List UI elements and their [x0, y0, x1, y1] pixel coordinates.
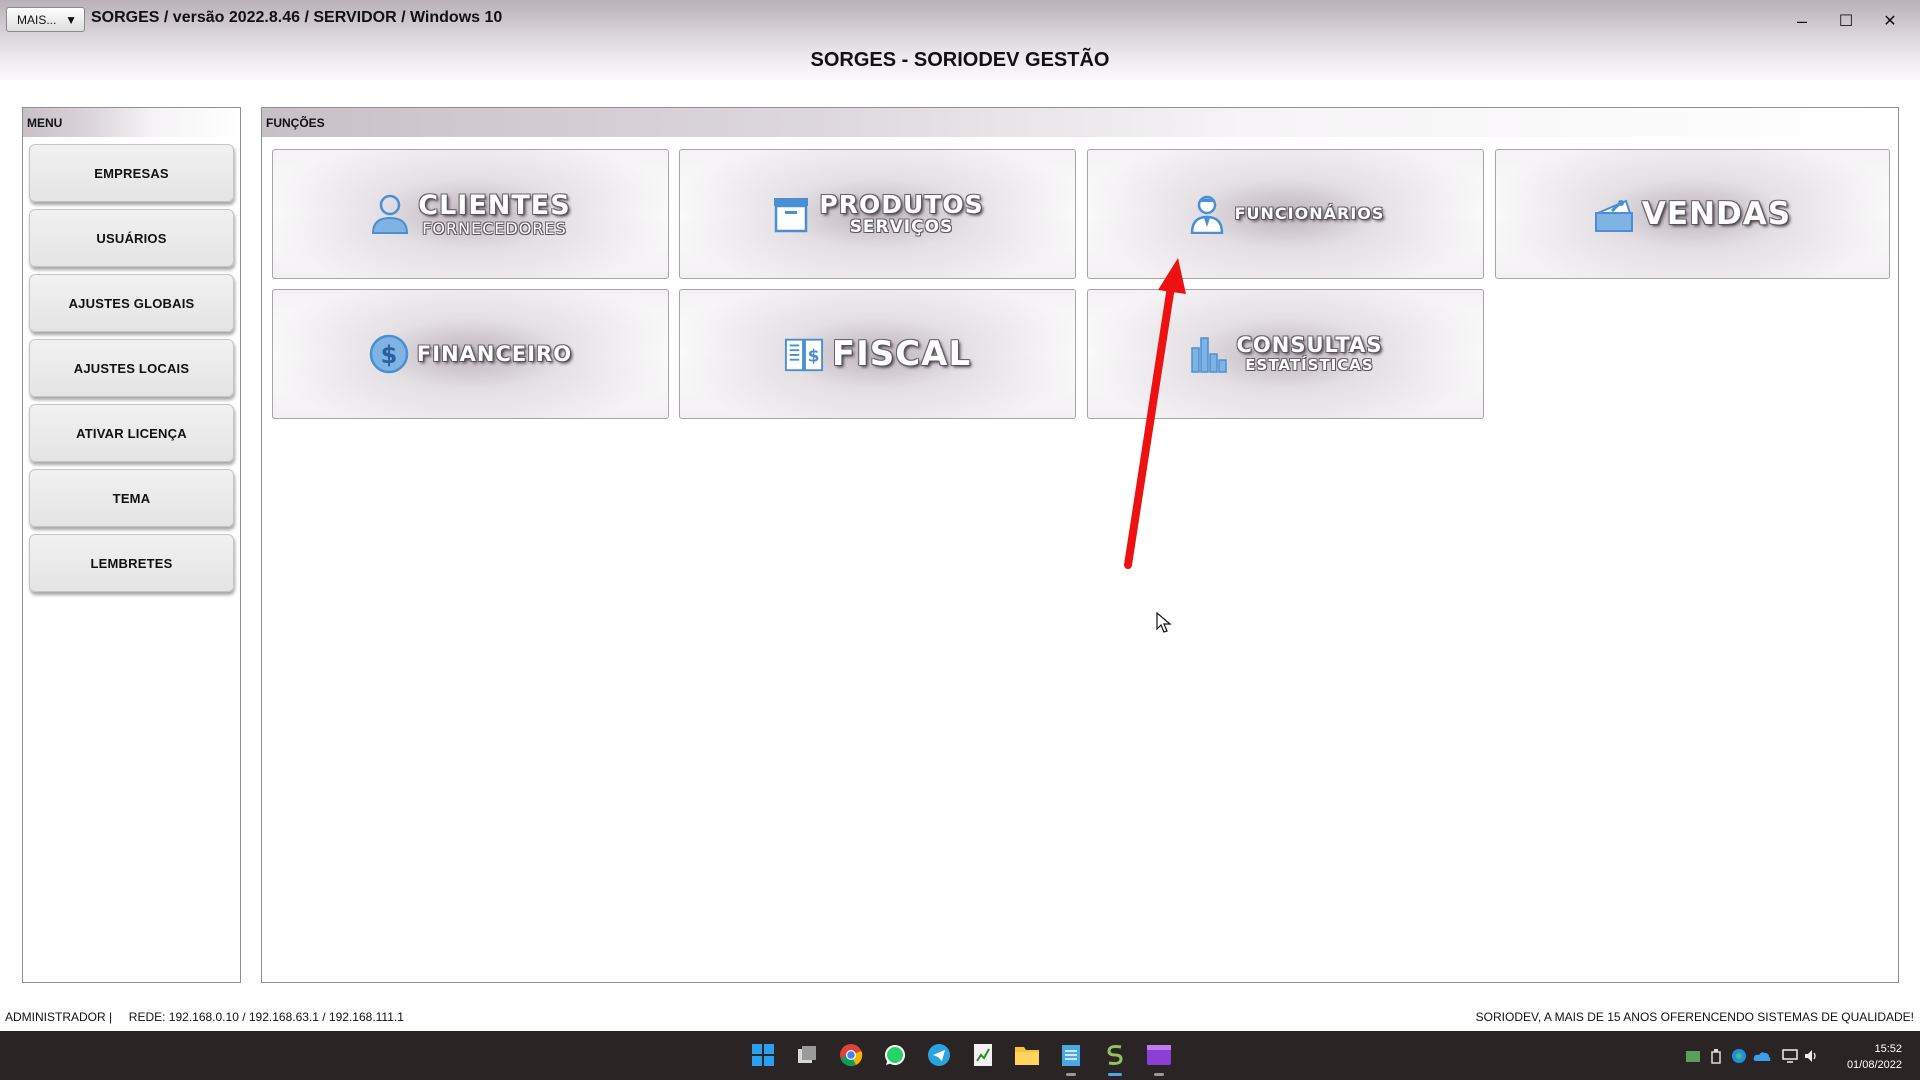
menu-item-empresas[interactable]: EMPRESAS: [29, 144, 234, 202]
video-editor-icon[interactable]: [1144, 1040, 1174, 1076]
usb-icon[interactable]: [1707, 1047, 1725, 1065]
cash-register-icon: [1594, 194, 1634, 234]
spreadsheet-icon[interactable]: [968, 1040, 998, 1070]
close-icon: ✕: [1883, 13, 1897, 30]
volume-icon[interactable]: [1803, 1047, 1821, 1065]
minimize-button[interactable]: –: [1780, 4, 1824, 38]
tile-clientes-label: CLIENTES: [418, 189, 571, 221]
svg-text:$: $: [807, 347, 819, 367]
employee-icon: [1187, 194, 1227, 234]
tile-financeiro-label: FINANCEIRO: [416, 341, 573, 366]
dollar-coin-icon: $: [369, 334, 409, 374]
tile-produtos-label: PRODUTOS: [819, 190, 984, 219]
sorges-tray-icon[interactable]: [1684, 1047, 1702, 1065]
taskbar-clock[interactable]: 15:52 01/08/2022: [1847, 1041, 1902, 1073]
clock-date: 01/08/2022: [1846, 1059, 1902, 1071]
status-slogan: SORIODEV, A MAIS DE 15 ANOS OFERENCENDO …: [1475, 1010, 1914, 1024]
box-icon: [771, 194, 811, 234]
person-icon: [370, 194, 410, 234]
tile-financeiro[interactable]: $ FINANCEIRO: [272, 289, 669, 419]
tile-produtos[interactable]: PRODUTOS SERVIÇOS: [679, 149, 1076, 279]
tile-fiscal[interactable]: $ FISCAL: [679, 289, 1076, 419]
chevron-down-icon: ▼: [65, 12, 77, 27]
close-button[interactable]: ✕: [1868, 4, 1912, 38]
annotation-arrow: [1124, 258, 1186, 569]
network-icon[interactable]: [1781, 1047, 1799, 1065]
security-icon[interactable]: [1730, 1047, 1748, 1065]
taskbar: 15:52 01/08/2022: [0, 1031, 1920, 1080]
menu-item-ativar-licenca[interactable]: ATIVAR LICENÇA: [29, 404, 234, 462]
running-indicator: [1154, 1073, 1164, 1076]
tile-produtos-sublabel: SERVIÇOS: [849, 217, 954, 237]
sorges-icon[interactable]: [1100, 1040, 1130, 1076]
app-heading: SORGES - SORIODEV GESTÃO: [810, 49, 1110, 71]
mouse-cursor-icon: [1156, 612, 1172, 633]
more-dropdown-button[interactable]: MAIS... ▼: [6, 7, 85, 32]
more-button-label: MAIS...: [17, 12, 57, 27]
status-network: ADMINISTRADOR | REDE: 192.168.0.10 / 192…: [5, 1010, 404, 1024]
svg-text:$: $: [381, 341, 398, 369]
functions-panel: FUNÇÕES CLIENTES FORNECEDORES PRODUTOS S…: [261, 107, 1899, 983]
menu-item-tema[interactable]: TEMA: [29, 469, 234, 527]
title-bar: MAIS... ▼ SORGES / versão 2022.8.46 / SE…: [0, 0, 1920, 80]
menu-panel: MENU EMPRESAS USUÁRIOS AJUSTES GLOBAIS A…: [22, 107, 241, 983]
maximize-button[interactable]: ☐: [1824, 4, 1868, 38]
telegram-icon[interactable]: [924, 1040, 954, 1070]
task-view-icon[interactable]: [792, 1040, 822, 1070]
tile-vendas[interactable]: VENDAS: [1495, 149, 1890, 279]
tile-vendas-label: VENDAS: [1641, 195, 1792, 232]
tile-consultas-sublabel: ESTATÍSTICAS: [1245, 356, 1374, 374]
ledger-icon: $: [784, 334, 824, 374]
whatsapp-icon[interactable]: [880, 1040, 910, 1070]
tile-clientes-sublabel: FORNECEDORES: [422, 218, 567, 238]
clock-time: 15:52: [1874, 1043, 1902, 1055]
menu-item-ajustes-locais[interactable]: AJUSTES LOCAIS: [29, 339, 234, 397]
running-indicator: [1066, 1073, 1076, 1076]
tile-fiscal-label: FISCAL: [831, 334, 972, 374]
start-icon[interactable]: [748, 1040, 778, 1070]
menu-header: MENU: [23, 108, 240, 137]
tile-clientes[interactable]: CLIENTES FORNECEDORES: [272, 149, 669, 279]
menu-item-usuarios[interactable]: USUÁRIOS: [29, 209, 234, 267]
status-bar: ADMINISTRADOR | REDE: 192.168.0.10 / 192…: [0, 1003, 1920, 1029]
menu-item-ajustes-globais[interactable]: AJUSTES GLOBAIS: [29, 274, 234, 332]
tile-consultas-label: CONSULTAS: [1236, 333, 1383, 357]
onedrive-icon[interactable]: [1753, 1047, 1771, 1065]
chrome-icon[interactable]: [836, 1040, 866, 1070]
maximize-icon: ☐: [1838, 13, 1854, 30]
file-explorer-icon[interactable]: [1012, 1040, 1042, 1070]
notepad-icon[interactable]: [1056, 1040, 1086, 1076]
tile-funcionarios-label: FUNCIONÁRIOS: [1234, 204, 1385, 223]
functions-header: FUNÇÕES: [262, 108, 1898, 137]
minimize-icon: –: [1796, 10, 1807, 31]
window-title: SORGES / versão 2022.8.46 / SERVIDOR / W…: [91, 9, 503, 26]
menu-item-lembretes[interactable]: LEMBRETES: [29, 534, 234, 592]
active-indicator: [1108, 1073, 1122, 1076]
